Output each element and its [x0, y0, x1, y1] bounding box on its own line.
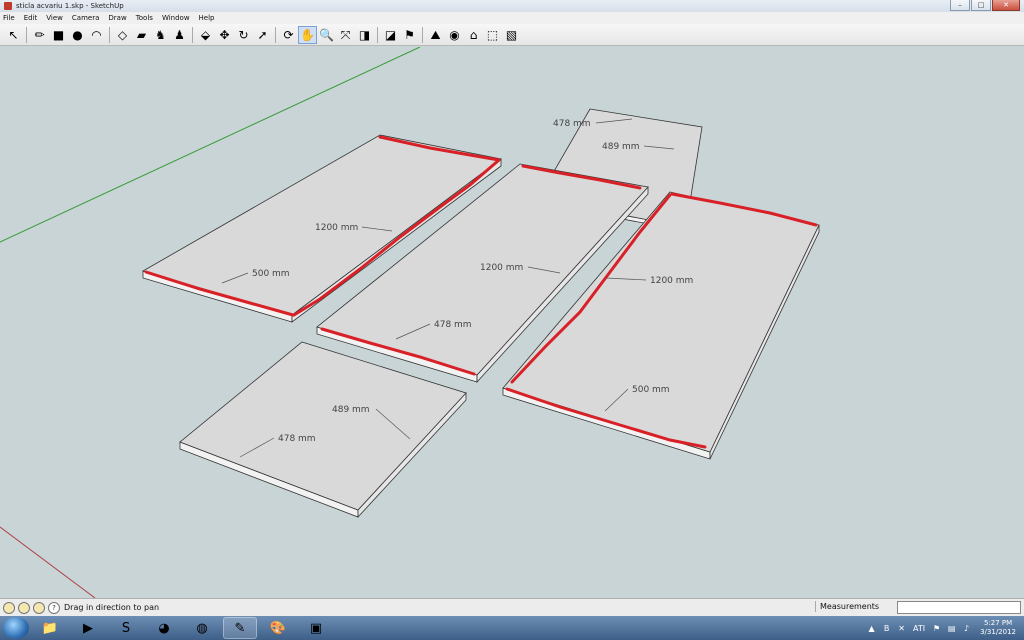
minimize-button[interactable]: – [950, 0, 970, 11]
toggle-terrain-tool[interactable]: ⛰ [426, 26, 445, 44]
window-controls: – □ ✕ [950, 0, 1020, 11]
menu-window[interactable]: Window [162, 14, 190, 22]
tray-icons: ▲ B ✕ ATI ⚑ ▤ ♪ [862, 623, 972, 634]
menu-draw[interactable]: Draw [108, 14, 126, 22]
toolbar-separator [26, 26, 27, 43]
window-app[interactable]: ▣ [299, 617, 333, 639]
follow-me-tool[interactable]: ➚ [253, 26, 272, 44]
tray-icon-5[interactable]: ▤ [946, 623, 957, 634]
make-component-tool[interactable]: ◇ [113, 26, 132, 44]
tray-icon-4[interactable]: ⚑ [931, 623, 942, 634]
status-hint: Drag in direction to pan [64, 603, 160, 612]
toolbar-separator [377, 26, 378, 43]
help-icon[interactable]: ? [48, 601, 60, 614]
google-earth-tool[interactable]: ◉ [445, 26, 464, 44]
clock-time: 5:27 PM [983, 619, 1013, 627]
tray-icon-6[interactable]: ♪ [961, 623, 972, 634]
rectangle-tool[interactable]: ■ [49, 26, 68, 44]
drawing-viewport[interactable]: 478 mm 489 mm 1200 mm 500 mm 1200 mm 478… [0, 47, 1024, 598]
menu-help[interactable]: Help [199, 14, 215, 22]
taskbar-apps: 📁 ▶ S ◕ ◍ ✎ 🎨 ▣ [29, 617, 333, 639]
title-bar: sticla acvariu 1.skp - SketchUp – □ ✕ [0, 0, 1024, 12]
pencil-tool[interactable]: ✏ [30, 26, 49, 44]
get-models-tool[interactable]: ◪ [381, 26, 400, 44]
extension-tool[interactable]: ▧ [502, 26, 521, 44]
component-share-tool[interactable]: ⬚ [483, 26, 502, 44]
tray-icon-2[interactable]: ✕ [896, 623, 907, 634]
menu-file[interactable]: File [3, 14, 15, 22]
credits-icon[interactable] [18, 601, 30, 614]
explorer-app[interactable]: 📁 [33, 617, 67, 639]
svg-text:489 mm: 489 mm [602, 142, 640, 152]
status-bar: ? Drag in direction to pan Measurements [0, 598, 1024, 616]
eraser-tool[interactable]: ▰ [132, 26, 151, 44]
svg-text:489 mm: 489 mm [332, 405, 370, 415]
geolocation-icon[interactable] [3, 601, 15, 614]
menu-tools[interactable]: Tools [136, 14, 153, 22]
windows-taskbar: 📁 ▶ S ◕ ◍ ✎ 🎨 ▣ ▲ B ✕ ATI ⚑ ▤ ♪ 5:27 PM 3/31/2012 [0, 616, 1024, 640]
menu-view[interactable]: View [46, 14, 63, 22]
main-toolbar: ↖ ✏ ■ ● ◠ ◇ ▰ ♞ ♟ ⬙ ✥ ↻ ➚ ⟳ ✋ 🔍 ⤧ ◨ ◪ ⚑ ⛰ ◉ ⌂ ⬚ ▧ [0, 24, 1024, 46]
clock-date: 3/31/2012 [980, 628, 1016, 636]
paint-bucket-tool[interactable]: ♟ [170, 26, 189, 44]
zoom-tool[interactable]: 🔍 [317, 26, 336, 44]
svg-text:478 mm: 478 mm [434, 320, 472, 330]
skype-app[interactable]: S [109, 617, 143, 639]
push-pull-tool[interactable]: ⬙ [196, 26, 215, 44]
svg-text:478 mm: 478 mm [553, 119, 591, 129]
warehouse-tool[interactable]: ⌂ [464, 26, 483, 44]
toolbar-separator [275, 26, 276, 43]
media-player-app[interactable]: ▶ [71, 617, 105, 639]
menu-edit[interactable]: Edit [24, 14, 38, 22]
sketchup-logo-icon [4, 2, 12, 10]
winamp-app[interactable]: ◕ [147, 617, 181, 639]
tray-icon-3[interactable]: ATI [911, 623, 927, 634]
svg-text:500 mm: 500 mm [252, 269, 290, 279]
svg-text:1200 mm: 1200 mm [315, 223, 358, 233]
svg-text:1200 mm: 1200 mm [480, 263, 523, 273]
maximize-button[interactable]: □ [971, 0, 991, 11]
close-button[interactable]: ✕ [992, 0, 1020, 11]
select-tool[interactable]: ↖ [4, 26, 23, 44]
svg-text:1200 mm: 1200 mm [650, 276, 693, 286]
start-button[interactable] [3, 617, 29, 639]
toolbar-separator [109, 26, 110, 43]
red-axis [0, 526, 96, 598]
clock[interactable]: 5:27 PM 3/31/2012 [980, 619, 1016, 637]
user-icon[interactable] [33, 601, 45, 614]
menu-camera[interactable]: Camera [72, 14, 99, 22]
firefox-app[interactable]: ◍ [185, 617, 219, 639]
system-tray: ▲ B ✕ ATI ⚑ ▤ ♪ 5:27 PM 3/31/2012 [862, 616, 1024, 640]
add-location-tool[interactable]: ⚑ [400, 26, 419, 44]
svg-text:478 mm: 478 mm [278, 434, 316, 444]
rotate-tool[interactable]: ↻ [234, 26, 253, 44]
toolbar-separator [192, 26, 193, 43]
paint-app[interactable]: 🎨 [261, 617, 295, 639]
tray-icon-1[interactable]: B [881, 623, 892, 634]
measurements-input[interactable] [897, 601, 1021, 614]
pan-tool[interactable]: ✋ [298, 25, 317, 44]
tray-icon-0[interactable]: ▲ [866, 623, 877, 634]
measurements-label: Measurements [815, 601, 883, 612]
circle-tool[interactable]: ● [68, 26, 87, 44]
window-title: sticla acvariu 1.skp - SketchUp [16, 2, 124, 10]
move-tool[interactable]: ✥ [215, 26, 234, 44]
sketchup-app[interactable]: ✎ [223, 617, 257, 639]
svg-text:500 mm: 500 mm [632, 385, 670, 395]
arc-tool[interactable]: ◠ [87, 26, 106, 44]
menu-bar: File Edit View Camera Draw Tools Window … [0, 12, 1024, 24]
previous-view-tool[interactable]: ◨ [355, 26, 374, 44]
toolbar-separator [422, 26, 423, 43]
model-canvas: 478 mm 489 mm 1200 mm 500 mm 1200 mm 478… [0, 47, 820, 598]
glass-panel-bottom-square[interactable] [179, 341, 467, 519]
tape-measure-tool[interactable]: ♞ [151, 26, 170, 44]
orbit-tool[interactable]: ⟳ [279, 26, 298, 44]
sketchup-window: sticla acvariu 1.skp - SketchUp – □ ✕ Fi… [0, 0, 1024, 640]
zoom-extents-tool[interactable]: ⤧ [336, 26, 355, 44]
